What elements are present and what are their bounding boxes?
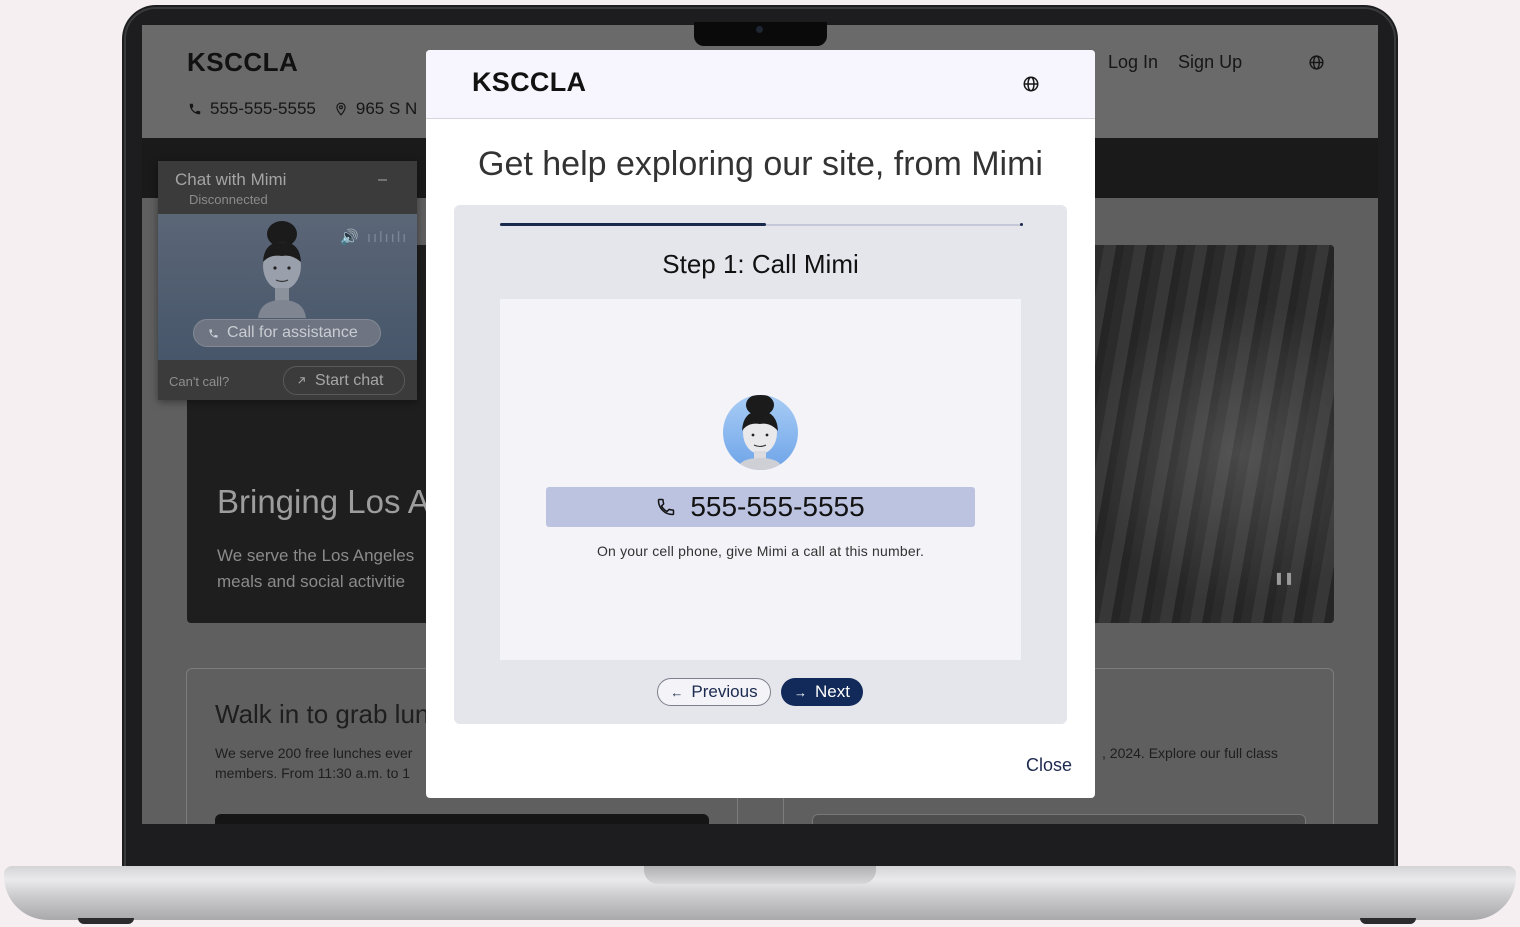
laptop-foot [1360,918,1416,924]
cant-call-label: Can't call? [169,374,230,389]
next-label: Next [815,682,850,701]
phone-icon [189,103,201,115]
login-link[interactable]: Log In [1108,52,1158,73]
card-body-line: We serve 200 free lunches ever [215,745,413,761]
contact-bar: 555-555-5555 965 S N [188,99,417,119]
globe-icon[interactable] [1308,54,1325,71]
mimi-avatar [723,395,798,470]
progress-fill [500,223,766,226]
lunch-card-title: Walk in to grab lun [215,699,430,729]
card-body-line: , 2024. Explore our full class [1102,745,1278,761]
mimi-avatar-illustration [258,221,306,318]
contact-phone[interactable]: 555-555-5555 [188,99,316,119]
mimi-face-illustration [737,395,783,470]
mimi-help-modal: KSCCLA Get help exploring our site, from… [426,50,1095,798]
lunch-card-image [215,814,709,824]
arrow-up-right-icon [298,377,305,384]
phone-number-display[interactable]: 555-555-5555 [546,487,975,527]
previous-label: Previous [691,682,758,701]
hero-photo [1094,245,1334,623]
chat-title: Chat with Mimi [175,170,287,189]
phone-help-text: On your cell phone, give Mimi a call at … [596,543,925,559]
chat-status: Disconnected [189,192,268,207]
step-panel: Step 1: Call Mimi 555-555-5555 On your c… [454,205,1067,724]
step-card: 555-555-5555 On your cell phone, give Mi… [500,299,1021,660]
globe-icon[interactable] [1022,75,1040,93]
modal-header: KSCCLA [426,50,1095,119]
phone-icon [658,498,675,516]
hero-title: Bringing Los A [217,483,430,520]
call-button-label: Call for assistance [227,324,358,341]
close-button[interactable]: Close [1026,755,1072,776]
auth-nav: Log In Sign Up [1108,52,1242,73]
previous-button[interactable]: ← Previous [657,678,771,706]
lunch-card-body: We serve 200 free lunches ever members. … [215,743,412,783]
call-for-assistance-button[interactable]: Call for assistance [193,319,381,347]
next-button[interactable]: → Next [781,678,863,706]
class-card-body: , 2024. Explore our full class [1102,743,1278,763]
laptop-foot [78,918,134,924]
step-title: Step 1: Call Mimi [662,249,859,279]
start-chat-button[interactable]: Start chat [283,366,405,395]
location-pin-icon [336,102,346,116]
chat-widget: Chat with Mimi Disconnected – 🔊 ıılıılı … [158,161,417,400]
phone-icon [209,328,218,338]
class-card-image [812,814,1306,824]
phone-number: 555-555-5555 [690,491,865,522]
contact-address[interactable]: 965 S N [334,99,417,119]
start-chat-label: Start chat [315,371,384,389]
laptop-groove [644,866,876,884]
audio-wave-icon: 🔊 ıılıılı [340,229,409,246]
chat-visual: 🔊 ıılıılı Call for assistance [158,214,417,360]
modal-heading: Get help exploring our site, from Mimi [478,145,1043,183]
signup-link[interactable]: Sign Up [1178,52,1242,73]
pause-icon[interactable]: ❚❚ [1274,571,1294,585]
minimize-button[interactable]: – [378,171,387,189]
arrow-right-icon: → [794,684,808,700]
progress-bar [500,223,1023,226]
site-brand[interactable]: KSCCLA [187,47,298,78]
camera-notch [694,22,827,46]
modal-logo: KSCCLA [472,67,587,97]
progress-end-dot [1020,223,1023,226]
arrow-left-icon: ← [670,684,684,700]
card-body-line: members. From 11:30 a.m. to 1 [215,765,411,781]
